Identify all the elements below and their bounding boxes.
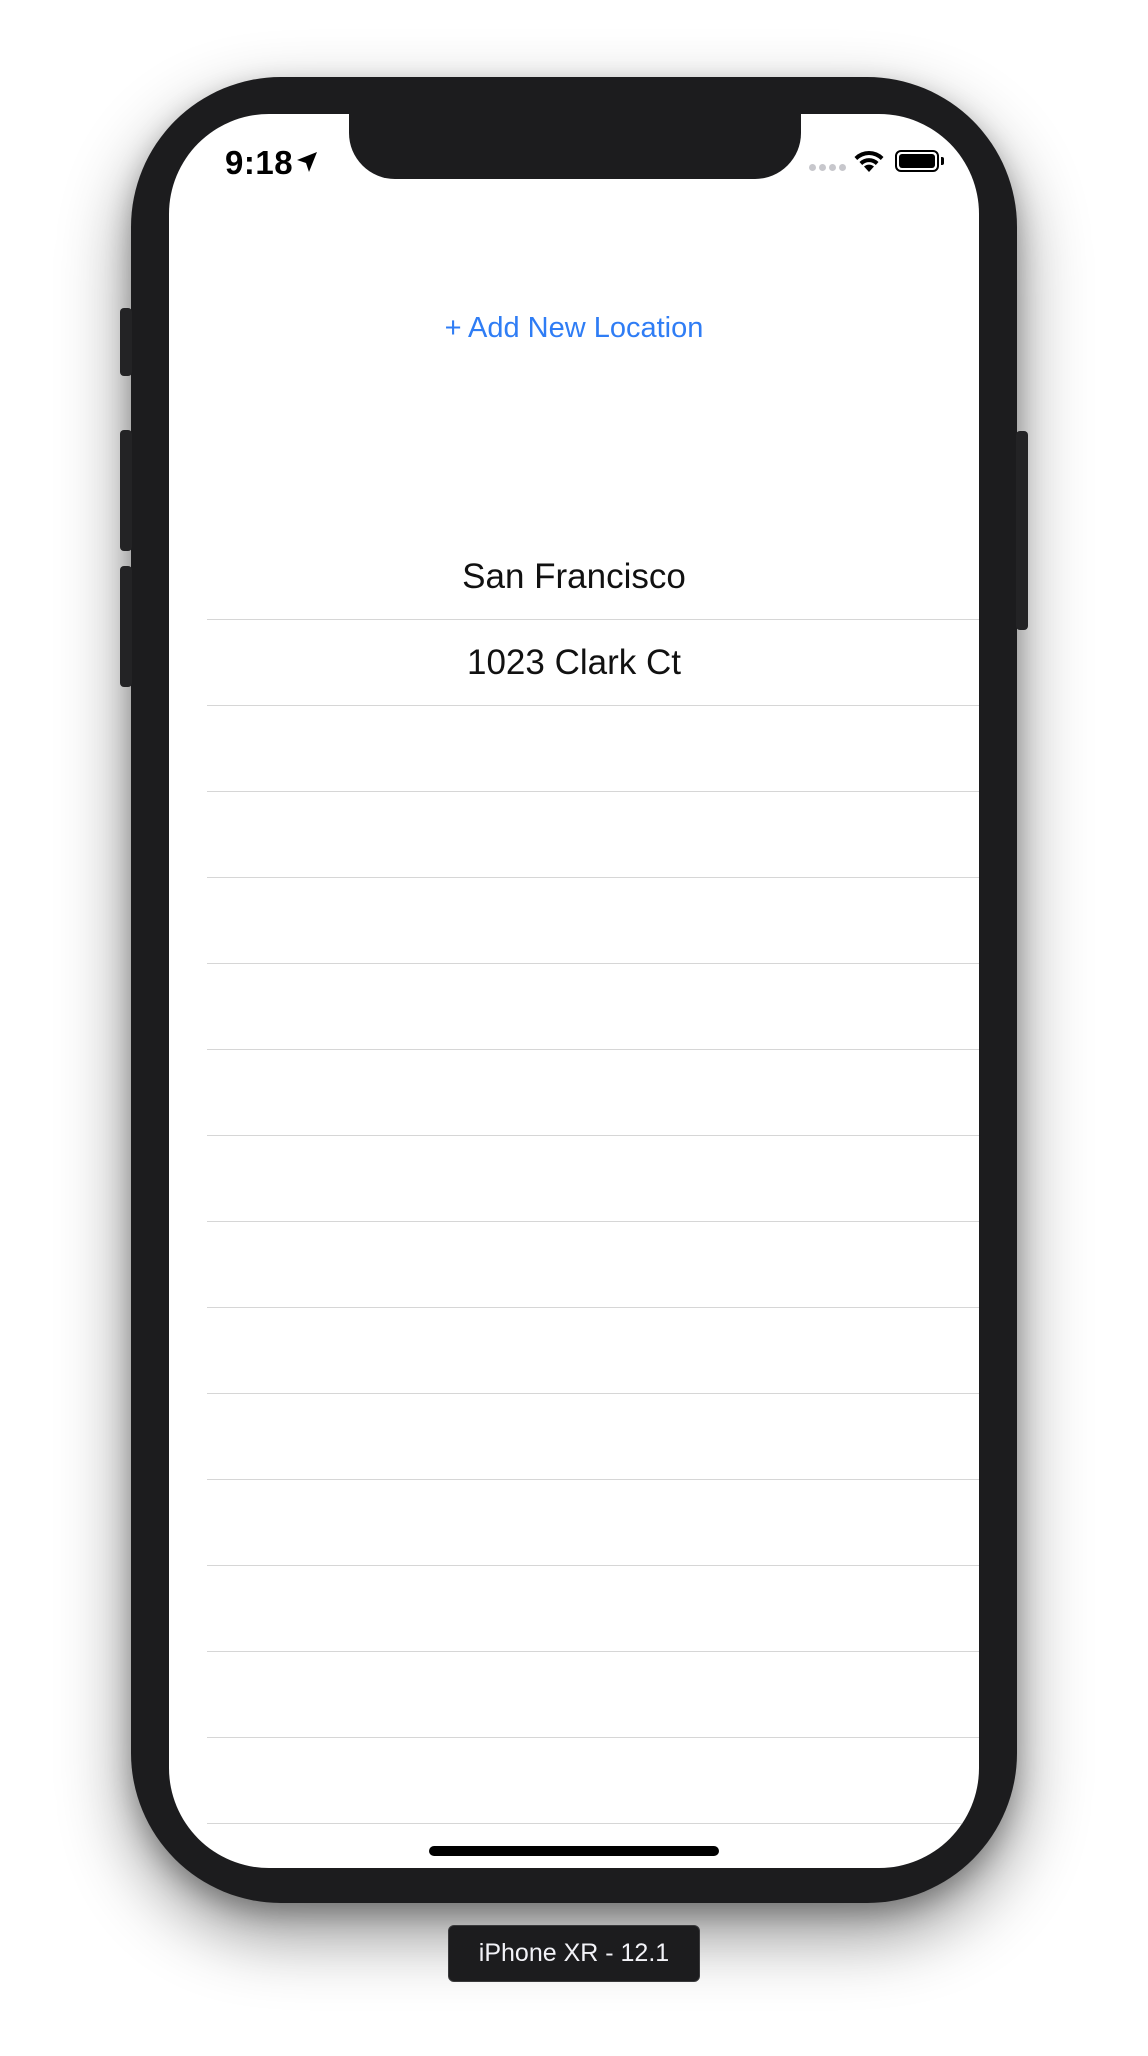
location-row[interactable] bbox=[207, 878, 979, 964]
cellular-signal-icon bbox=[809, 164, 846, 171]
location-arrow-icon bbox=[297, 152, 317, 172]
mute-switch bbox=[120, 308, 132, 376]
location-row[interactable] bbox=[207, 1652, 979, 1738]
location-row[interactable] bbox=[207, 1480, 979, 1566]
location-row[interactable] bbox=[207, 1566, 979, 1652]
home-indicator[interactable] bbox=[429, 1846, 719, 1856]
device-notch bbox=[349, 114, 801, 179]
battery-icon bbox=[895, 150, 939, 172]
location-label: San Francisco bbox=[462, 556, 686, 596]
location-row[interactable] bbox=[207, 792, 979, 878]
location-row[interactable] bbox=[207, 1394, 979, 1480]
add-new-location-button[interactable]: + Add New Location bbox=[169, 312, 979, 345]
location-row[interactable]: San Francisco bbox=[207, 534, 979, 620]
location-row[interactable] bbox=[207, 964, 979, 1050]
simulator-device-label: iPhone XR - 12.1 bbox=[448, 1925, 700, 1982]
power-button bbox=[1016, 431, 1028, 630]
volume-up-button bbox=[120, 430, 132, 551]
battery-cap bbox=[941, 157, 944, 165]
location-row[interactable] bbox=[207, 1222, 979, 1308]
location-row[interactable] bbox=[207, 1308, 979, 1394]
location-row[interactable] bbox=[207, 1136, 979, 1222]
location-row[interactable] bbox=[207, 706, 979, 792]
status-time: 9:18 bbox=[225, 144, 294, 181]
locations-table: San Francisco 1023 Clark Ct bbox=[207, 534, 979, 1824]
location-row[interactable]: 1023 Clark Ct bbox=[207, 620, 979, 706]
wifi-icon bbox=[854, 150, 884, 172]
location-row[interactable] bbox=[207, 1050, 979, 1136]
location-row[interactable] bbox=[207, 1738, 979, 1824]
volume-down-button bbox=[120, 566, 132, 687]
app-screen: 9:18 + Add New Location San Francisco 102… bbox=[169, 114, 979, 1868]
location-label: 1023 Clark Ct bbox=[467, 642, 681, 682]
